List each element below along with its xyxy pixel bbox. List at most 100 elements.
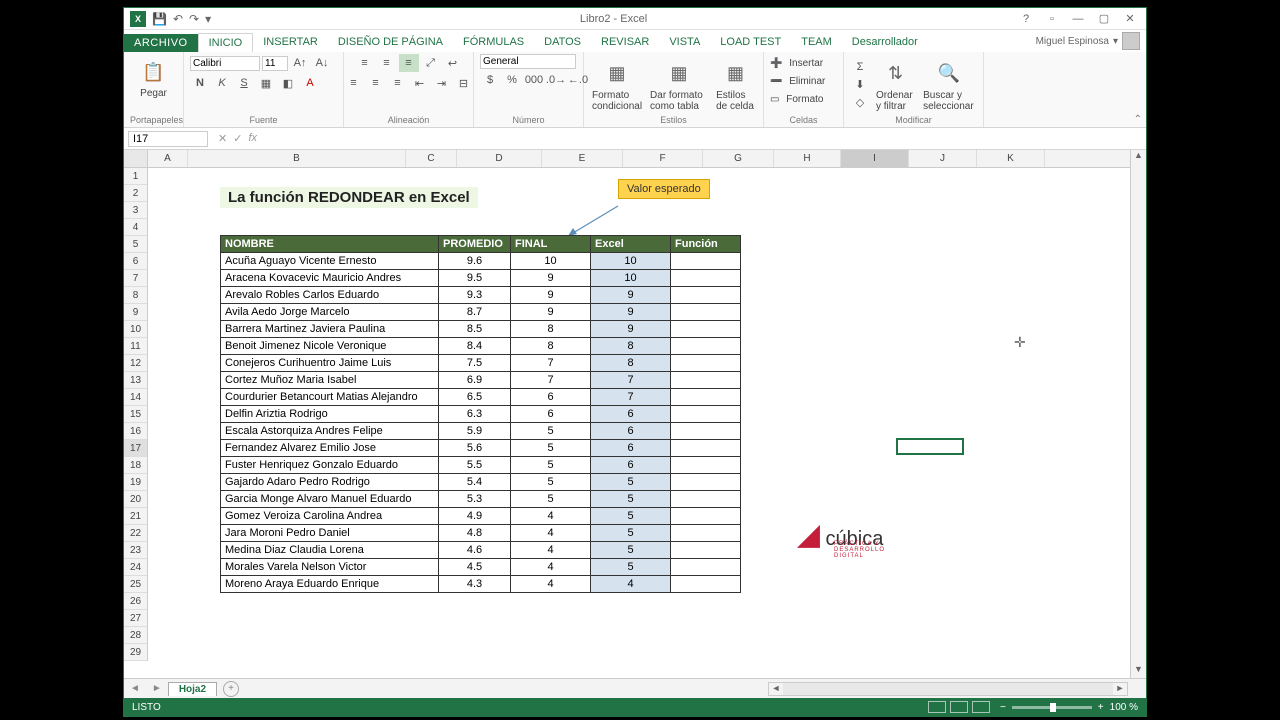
table-cell[interactable]: 8.5: [439, 321, 511, 338]
table-cell[interactable]: [671, 474, 741, 491]
table-cell[interactable]: 4: [591, 576, 671, 593]
row-header[interactable]: 15: [124, 406, 147, 423]
row-header[interactable]: 21: [124, 508, 147, 525]
redo-icon[interactable]: ↷: [189, 12, 199, 26]
number-format-combo[interactable]: [480, 54, 576, 69]
table-cell[interactable]: 7: [511, 372, 591, 389]
scroll-down-icon[interactable]: ▼: [1131, 664, 1146, 678]
minimize-icon[interactable]: —: [1066, 10, 1090, 28]
worksheet-grid[interactable]: 1234567891011121314151617181920212223242…: [124, 150, 1146, 678]
align-center-icon[interactable]: ≡: [366, 74, 386, 92]
cell-styles-button[interactable]: ▦Estilos de celda: [714, 56, 757, 114]
row-header[interactable]: 8: [124, 287, 147, 304]
merge-center-icon[interactable]: ⊟: [454, 74, 474, 92]
col-header[interactable]: J: [909, 150, 977, 167]
table-cell[interactable]: 10: [511, 253, 591, 270]
page-layout-view-icon[interactable]: [950, 701, 968, 713]
row-header[interactable]: 14: [124, 389, 147, 406]
table-cell[interactable]: Garcia Monge Alvaro Manuel Eduardo: [221, 491, 439, 508]
table-cell[interactable]: [671, 423, 741, 440]
align-middle-icon[interactable]: ≡: [377, 54, 397, 72]
format-as-table-button[interactable]: ▦Dar formato como tabla: [648, 56, 710, 114]
align-top-icon[interactable]: ≡: [355, 54, 375, 72]
formula-input[interactable]: [263, 131, 1146, 146]
table-cell[interactable]: 4.3: [439, 576, 511, 593]
table-cell[interactable]: 4: [511, 508, 591, 525]
table-cell[interactable]: 5: [511, 423, 591, 440]
table-cell[interactable]: Gomez Veroiza Carolina Andrea: [221, 508, 439, 525]
vertical-scrollbar[interactable]: ▲ ▼: [1130, 150, 1146, 678]
sort-filter-button[interactable]: ⇅Ordenar y filtrar: [874, 56, 917, 114]
table-cell[interactable]: [671, 253, 741, 270]
table-cell[interactable]: 4.9: [439, 508, 511, 525]
zoom-slider[interactable]: [1012, 706, 1092, 709]
font-name-combo[interactable]: [190, 56, 260, 71]
table-cell[interactable]: 7: [511, 355, 591, 372]
tab-team[interactable]: TEAM: [791, 33, 842, 52]
tab-insertar[interactable]: INSERTAR: [253, 33, 328, 52]
italic-button[interactable]: K: [212, 74, 232, 92]
horizontal-scrollbar[interactable]: ◄ ►: [768, 682, 1128, 696]
select-all-corner[interactable]: [124, 150, 148, 168]
table-cell[interactable]: 5: [591, 559, 671, 576]
row-header[interactable]: 5: [124, 236, 147, 253]
table-cell[interactable]: 8.4: [439, 338, 511, 355]
fill-icon[interactable]: ⬇: [850, 76, 870, 94]
delete-cells-button[interactable]: ➖ Eliminar: [770, 72, 825, 90]
thousands-icon[interactable]: 000: [524, 71, 544, 89]
table-cell[interactable]: [671, 372, 741, 389]
border-button[interactable]: ▦: [256, 74, 276, 92]
row-header[interactable]: 9: [124, 304, 147, 321]
table-cell[interactable]: 4: [511, 559, 591, 576]
table-cell[interactable]: Medina Diaz Claudia Lorena: [221, 542, 439, 559]
table-cell[interactable]: Benoit Jimenez Nicole Veronique: [221, 338, 439, 355]
table-cell[interactable]: 9.5: [439, 270, 511, 287]
table-cell[interactable]: [671, 440, 741, 457]
font-color-button[interactable]: A: [300, 74, 320, 92]
autosum-icon[interactable]: Σ: [850, 58, 870, 76]
table-cell[interactable]: Cortez Muñoz Maria Isabel: [221, 372, 439, 389]
increase-decimal-icon[interactable]: .0→: [546, 71, 566, 89]
row-header[interactable]: 1: [124, 168, 147, 185]
orientation-icon[interactable]: ⤢: [421, 54, 441, 72]
table-cell[interactable]: Barrera Martinez Javiera Paulina: [221, 321, 439, 338]
wrap-text-icon[interactable]: ↩: [443, 54, 463, 72]
table-cell[interactable]: 5.6: [439, 440, 511, 457]
table-cell[interactable]: 6: [591, 457, 671, 474]
close-icon[interactable]: ✕: [1118, 10, 1142, 28]
row-header[interactable]: 2: [124, 185, 147, 202]
table-cell[interactable]: 6.9: [439, 372, 511, 389]
table-cell[interactable]: 5: [511, 491, 591, 508]
table-cell[interactable]: 8: [591, 355, 671, 372]
table-cell[interactable]: 5: [511, 457, 591, 474]
row-header[interactable]: 10: [124, 321, 147, 338]
align-right-icon[interactable]: ≡: [388, 74, 408, 92]
row-header[interactable]: 12: [124, 355, 147, 372]
tab-fórmulas[interactable]: FÓRMULAS: [453, 33, 534, 52]
table-cell[interactable]: Jara Moroni Pedro Daniel: [221, 525, 439, 542]
increase-indent-icon[interactable]: ⇥: [432, 74, 452, 92]
table-cell[interactable]: 5: [511, 474, 591, 491]
table-cell[interactable]: [671, 508, 741, 525]
table-cell[interactable]: 7: [591, 372, 671, 389]
col-header[interactable]: H: [774, 150, 841, 167]
table-cell[interactable]: 9: [511, 304, 591, 321]
zoom-in-icon[interactable]: +: [1098, 702, 1104, 713]
table-cell[interactable]: [671, 559, 741, 576]
table-cell[interactable]: 7: [591, 389, 671, 406]
table-cell[interactable]: 6: [591, 440, 671, 457]
scroll-left-icon[interactable]: ◄: [769, 683, 783, 695]
table-cell[interactable]: 6.3: [439, 406, 511, 423]
table-cell[interactable]: 6: [511, 406, 591, 423]
col-header[interactable]: I: [841, 150, 909, 167]
table-cell[interactable]: 6: [591, 406, 671, 423]
tab-vista[interactable]: VISTA: [659, 33, 710, 52]
table-cell[interactable]: 9: [511, 270, 591, 287]
table-cell[interactable]: 5: [591, 525, 671, 542]
table-cell[interactable]: 7.5: [439, 355, 511, 372]
table-cell[interactable]: [671, 304, 741, 321]
table-cell[interactable]: Escala Astorquiza Andres Felipe: [221, 423, 439, 440]
find-select-button[interactable]: 🔍Buscar y seleccionar: [921, 56, 977, 114]
save-icon[interactable]: 💾: [152, 12, 167, 26]
scroll-up-icon[interactable]: ▲: [1131, 150, 1146, 164]
